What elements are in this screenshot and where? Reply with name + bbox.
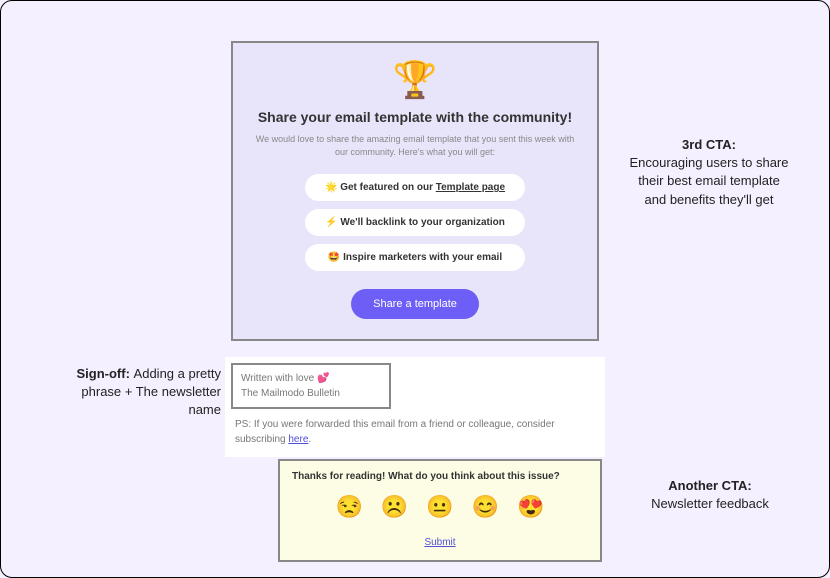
template-page-link[interactable]: Template page	[436, 182, 505, 193]
ps-text: PS: If you were forwarded this email fro…	[235, 417, 585, 447]
annotation-cta3: 3rd CTA: Encouraging users to share thei…	[629, 136, 789, 209]
annotation-another-cta-desc: Newsletter feedback	[651, 496, 769, 511]
trophy-icon: 🏆	[253, 59, 577, 101]
emoji-love-icon[interactable]: 😍	[517, 494, 544, 520]
annotation-another-cta-label: Another CTA:	[668, 478, 752, 493]
emoji-bad-icon[interactable]: ☹️	[381, 494, 408, 520]
annotation-signoff: Sign-off: Adding a pretty phrase + The n…	[76, 365, 221, 420]
annotation-cta3-desc: Encouraging users to share their best em…	[630, 155, 789, 206]
emoji-very-bad-icon[interactable]: 😒	[335, 494, 362, 520]
cta-share-template-box: 🏆 Share your email template with the com…	[231, 41, 599, 341]
annotation-cta3-label: 3rd CTA:	[682, 137, 736, 152]
emoji-good-icon[interactable]: 😊	[472, 494, 499, 520]
share-template-button[interactable]: Share a template	[351, 289, 479, 319]
submit-feedback-link[interactable]: Submit	[424, 537, 455, 548]
ps-body: PS: If you were forwarded this email fro…	[235, 419, 555, 445]
benefit-featured: 🌟 Get featured on our Template page	[305, 174, 525, 201]
subscribe-here-link[interactable]: here	[288, 434, 308, 445]
benefit-inspire: 🤩 Inspire marketers with your email	[305, 244, 525, 271]
signoff-line2: The Mailmodo Bulletin	[241, 386, 381, 401]
emoji-neutral-icon[interactable]: 😐	[426, 494, 453, 520]
feedback-box: Thanks for reading! What do you think ab…	[278, 459, 602, 562]
emoji-row: 😒 ☹️ 😐 😊 😍	[292, 494, 588, 520]
annotation-signoff-label: Sign-off:	[77, 366, 134, 381]
feedback-title: Thanks for reading! What do you think ab…	[292, 471, 588, 482]
signoff-box: Written with love 💕 The Mailmodo Bulleti…	[231, 363, 391, 409]
cta-subtitle: We would love to share the amazing email…	[253, 133, 577, 158]
benefit-3-text: Inspire marketers with your email	[343, 252, 502, 263]
benefit-2-text: We'll backlink to your organization	[340, 217, 504, 228]
cta-title: Share your email template with the commu…	[253, 109, 577, 125]
annotation-another-cta: Another CTA: Newsletter feedback	[635, 477, 785, 513]
benefit-backlink: ⚡ We'll backlink to your organization	[305, 209, 525, 236]
signoff-line1: Written with love 💕	[241, 371, 381, 386]
benefit-1-text: Get featured on our	[340, 182, 436, 193]
star-icon: 🌟	[325, 182, 337, 193]
lightning-icon: ⚡	[325, 217, 337, 228]
starry-eyes-icon: 🤩	[328, 252, 340, 263]
